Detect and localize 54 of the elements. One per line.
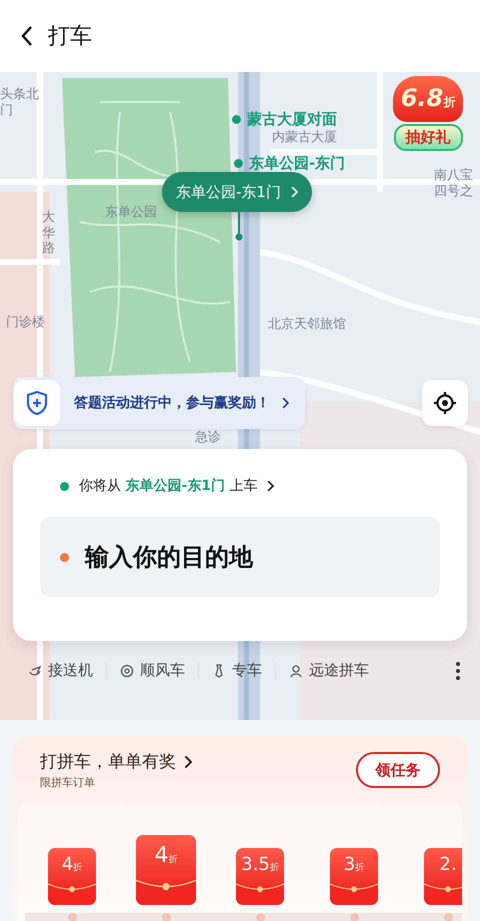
map-label: 门诊楼 — [6, 315, 45, 331]
locate-icon — [433, 391, 457, 415]
progress-dot — [256, 912, 264, 921]
chevron-right-icon — [184, 754, 192, 768]
map-label: 急诊 — [195, 430, 221, 446]
more-button[interactable] — [456, 662, 460, 680]
progress-dot — [350, 912, 358, 921]
pickup-text: 你将从 东单公园-东1门 上车 — [79, 477, 258, 495]
pickup-bubble[interactable]: 东单公园-东1门 — [162, 172, 312, 212]
map-label: 头条北门 — [0, 87, 39, 118]
destination-placeholder: 输入你的目的地 — [85, 542, 253, 573]
banner-text: 答题活动进行中，参与赢奖励！ — [74, 394, 270, 412]
section-title[interactable]: 打拼车，单单有奖 — [40, 750, 192, 773]
map-label: 内蒙古大厦 — [272, 130, 337, 146]
pickup-dot — [60, 482, 69, 490]
progress-dot — [162, 912, 170, 921]
task-button[interactable]: 领任务 — [356, 752, 440, 788]
pickup-row[interactable]: 你将从 东单公园-东1门 上车 — [60, 477, 440, 495]
promo-unit: 折 — [443, 94, 456, 111]
packet-discount: 4折 — [154, 843, 178, 868]
promo-label: 抽好礼 — [394, 124, 462, 151]
page-title: 打车 — [48, 23, 92, 51]
packet-discount: 3折 — [344, 854, 364, 875]
more-icon — [456, 662, 460, 680]
packet-discount: 2. — [439, 854, 457, 875]
progress-dot — [68, 912, 76, 921]
shield-plus-icon — [25, 390, 49, 416]
map-label: 东单公园 — [105, 205, 157, 221]
pin-person-icon — [289, 664, 303, 678]
activity-banner[interactable]: 答题活动进行中，参与赢奖励！ — [13, 377, 306, 429]
locate-button[interactable] — [422, 380, 468, 426]
plane-icon — [28, 664, 42, 678]
map-label: 北京天邻旅馆 — [268, 317, 346, 333]
chevron-right-icon — [290, 186, 298, 198]
promo-discount: 6.8 — [400, 84, 444, 112]
pickup-pin-icon — [235, 212, 243, 242]
map-label: 大华路 — [42, 210, 55, 257]
service-tab[interactable]: 远途拼车 — [289, 661, 369, 680]
back-icon[interactable] — [20, 25, 34, 47]
stop-label: 东单公园-东门 — [249, 154, 346, 173]
wheel-icon — [120, 664, 134, 678]
packet-discount: 3.5折 — [241, 854, 279, 875]
service-tab[interactable]: 接送机 — [28, 661, 93, 680]
stop-label: 蒙古大厦对面 — [247, 110, 337, 129]
chevron-right-icon — [267, 480, 275, 492]
progress-dot — [444, 912, 452, 921]
section-subtitle: 限拼车订单 — [40, 775, 96, 790]
packet-discount: 4折 — [62, 854, 82, 875]
map-label: 南八宝四号之 — [434, 168, 473, 200]
destination-dot — [60, 552, 69, 562]
service-tab[interactable]: 顺风车 — [120, 661, 185, 680]
service-tab[interactable]: 专车 — [212, 661, 262, 680]
destination-field[interactable]: 输入你的目的地 — [40, 517, 440, 597]
chevron-right-icon — [282, 397, 290, 409]
